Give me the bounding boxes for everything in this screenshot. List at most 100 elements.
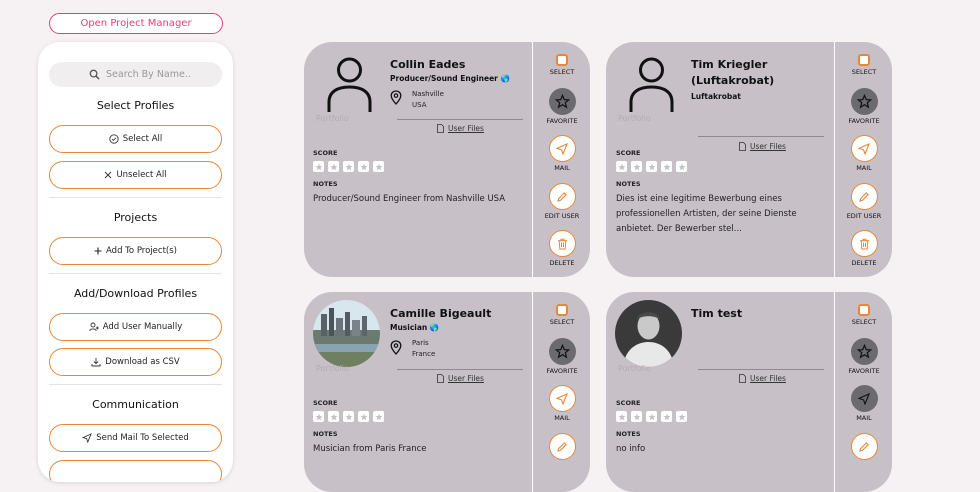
- favorite-button[interactable]: [548, 88, 576, 115]
- user-files-link[interactable]: User Files: [437, 374, 484, 383]
- projects-title: Projects: [113, 211, 158, 224]
- user-files-link[interactable]: User Files: [437, 124, 484, 133]
- sidebar-button-more[interactable]: [49, 460, 222, 482]
- select-checkbox[interactable]: [556, 304, 568, 316]
- star-icon[interactable]: [358, 161, 369, 172]
- select-all-button[interactable]: Select All: [49, 125, 222, 153]
- select-action[interactable]: SELECT: [533, 302, 590, 326]
- favorite-button[interactable]: [548, 338, 576, 365]
- favorite-action[interactable]: FAVORITE: [533, 338, 590, 375]
- star-icon[interactable]: [358, 411, 369, 422]
- delete-label: DELETE: [851, 259, 877, 267]
- star-icon[interactable]: [661, 161, 672, 172]
- delete-action[interactable]: DELETE: [835, 230, 892, 267]
- edit-user-action[interactable]: [835, 433, 892, 460]
- location-country: USA: [412, 101, 427, 109]
- delete-button[interactable]: [548, 230, 576, 257]
- edit-user-button[interactable]: [850, 183, 878, 210]
- delete-action[interactable]: DELETE: [533, 230, 590, 267]
- star-icon[interactable]: [661, 411, 672, 422]
- edit-user-button[interactable]: [850, 433, 878, 460]
- star-icon[interactable]: [373, 161, 384, 172]
- location-city: Nashville: [412, 90, 444, 98]
- star-icon[interactable]: [631, 411, 642, 422]
- user-files-link[interactable]: User Files: [739, 374, 786, 383]
- trash-icon: [859, 238, 869, 249]
- open-project-manager-button[interactable]: Open Project Manager: [49, 13, 223, 34]
- mail-button[interactable]: [850, 135, 878, 162]
- score-stars[interactable]: [313, 161, 384, 172]
- mail-action[interactable]: MAIL: [533, 385, 590, 422]
- star-icon[interactable]: [676, 161, 687, 172]
- star-icon[interactable]: [631, 161, 642, 172]
- portfolio-watermark: Portfolio: [316, 114, 349, 123]
- profile-card: Portfolio Tim Kriegler (Luftakrobat) Luf…: [606, 42, 892, 277]
- favorite-action[interactable]: FAVORITE: [835, 338, 892, 375]
- search-input[interactable]: Search By Name..: [49, 62, 222, 87]
- mail-button[interactable]: [850, 385, 878, 412]
- favorite-button[interactable]: [850, 338, 878, 365]
- profile-card: Portfolio Camille Bigeault Musician 🌎 Pa…: [304, 292, 590, 492]
- mail-action[interactable]: MAIL: [835, 385, 892, 422]
- mail-action[interactable]: MAIL: [533, 135, 590, 172]
- select-action[interactable]: SELECT: [533, 52, 590, 76]
- profile-card: Portfolio Collin Eades Producer/Sound En…: [304, 42, 590, 277]
- select-checkbox[interactable]: [858, 304, 870, 316]
- file-icon: [437, 124, 444, 133]
- add-user-manually-button[interactable]: Add User Manually: [49, 313, 222, 341]
- select-action[interactable]: SELECT: [835, 52, 892, 76]
- profile-name: Camille Bigeault: [390, 307, 492, 320]
- star-icon[interactable]: [373, 411, 384, 422]
- star-icon[interactable]: [646, 411, 657, 422]
- profile-subtitle: Musician 🌎: [390, 323, 440, 332]
- notes-label: NOTES: [616, 430, 641, 438]
- download-csv-button[interactable]: Download as CSV: [49, 348, 222, 376]
- star-icon: [554, 344, 570, 359]
- add-user-manually-label: Add User Manually: [102, 322, 183, 332]
- pencil-icon: [557, 191, 567, 202]
- send-mail-button[interactable]: Send Mail To Selected: [49, 424, 222, 452]
- unselect-all-button[interactable]: Unselect All: [49, 161, 222, 189]
- star-icon[interactable]: [616, 411, 627, 422]
- delete-button[interactable]: [850, 230, 878, 257]
- score-stars[interactable]: [616, 161, 687, 172]
- send-icon: [82, 433, 93, 443]
- star-icon[interactable]: [313, 411, 324, 422]
- mail-action[interactable]: MAIL: [835, 135, 892, 172]
- select-all-label: Select All: [122, 134, 163, 144]
- star-icon[interactable]: [343, 411, 354, 422]
- add-to-projects-button[interactable]: Add To Project(s): [49, 237, 222, 265]
- select-checkbox[interactable]: [556, 54, 568, 66]
- star-icon[interactable]: [676, 411, 687, 422]
- user-files-link[interactable]: User Files: [739, 142, 786, 151]
- profile-name: Collin Eades: [390, 58, 466, 71]
- notes-text: Musician from Paris France: [313, 444, 427, 454]
- edit-user-action[interactable]: EDIT USER: [835, 183, 892, 220]
- score-stars[interactable]: [313, 411, 384, 422]
- star-icon[interactable]: [616, 161, 627, 172]
- card-actions: SELECT FAVORITE MAIL: [834, 292, 892, 492]
- send-icon: [556, 142, 568, 155]
- favorite-button[interactable]: [850, 88, 878, 115]
- favorite-action[interactable]: FAVORITE: [533, 88, 590, 125]
- select-action[interactable]: SELECT: [835, 302, 892, 326]
- edit-user-button[interactable]: [548, 183, 576, 210]
- star-icon[interactable]: [328, 411, 339, 422]
- star-icon[interactable]: [646, 161, 657, 172]
- mail-button[interactable]: [548, 135, 576, 162]
- star-icon[interactable]: [343, 161, 354, 172]
- score-stars[interactable]: [616, 411, 687, 422]
- avatar: [313, 300, 380, 367]
- notes-text: Producer/Sound Engineer from Nashville U…: [313, 194, 506, 204]
- pencil-icon: [859, 191, 869, 202]
- select-label: SELECT: [851, 318, 877, 326]
- edit-user-action[interactable]: [533, 433, 590, 460]
- favorite-action[interactable]: FAVORITE: [835, 88, 892, 125]
- edit-user-button[interactable]: [548, 433, 576, 460]
- location-country: France: [412, 350, 436, 358]
- star-icon[interactable]: [313, 161, 324, 172]
- select-checkbox[interactable]: [858, 54, 870, 66]
- edit-user-action[interactable]: EDIT USER: [533, 183, 590, 220]
- star-icon[interactable]: [328, 161, 339, 172]
- mail-button[interactable]: [548, 385, 576, 412]
